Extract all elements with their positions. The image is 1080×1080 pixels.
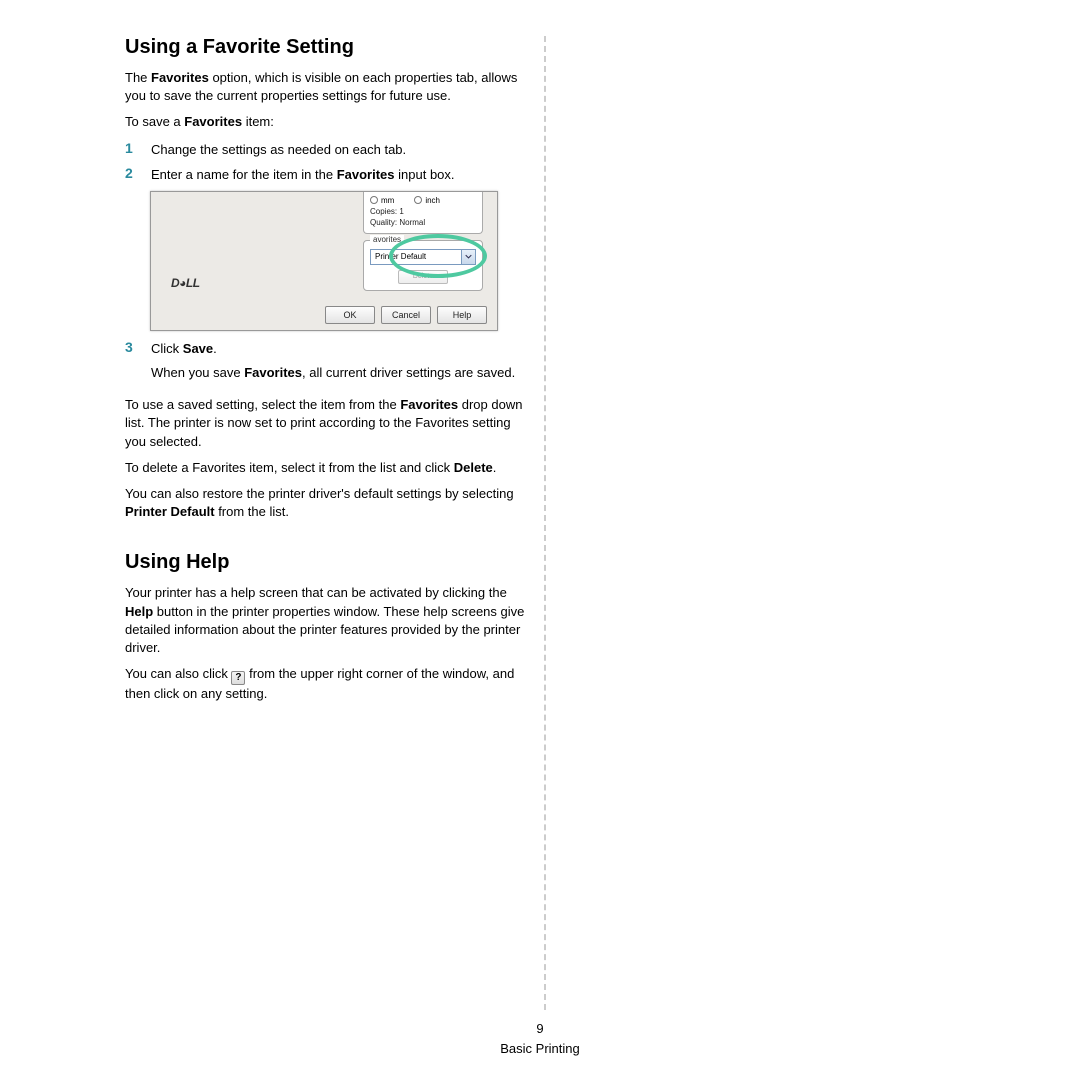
dell-logo: D◕LL: [171, 276, 200, 290]
page-number: 9: [0, 1019, 1080, 1039]
use-saved-paragraph: To use a saved setting, select the item …: [125, 396, 525, 451]
dialog-screenshot: mm inch Copies: 1 Quality: Normal avorit…: [150, 191, 498, 331]
heading-using-help: Using Help: [125, 551, 525, 574]
radio-mm: mm: [370, 196, 394, 205]
step-text: Change the settings as needed on each ta…: [151, 140, 525, 160]
favorites-dropdown: Printer Default: [370, 249, 476, 265]
step-number: 2: [125, 165, 139, 185]
delete-button: Delete: [398, 270, 448, 284]
step-2: 2 Enter a name for the item in the Favor…: [125, 165, 525, 185]
column-divider: [544, 36, 546, 1010]
footer-label: Basic Printing: [0, 1039, 1080, 1059]
page-footer: 9 Basic Printing: [0, 1019, 1080, 1058]
delete-paragraph: To delete a Favorites item, select it fr…: [125, 459, 525, 477]
screenshot-favorites-panel: avorites Printer Default Delete: [363, 240, 483, 291]
cancel-button: Cancel: [381, 306, 431, 324]
step-text: Click Save. When you save Favorites, all…: [151, 339, 525, 391]
help-button: Help: [437, 306, 487, 324]
help-paragraph-1: Your printer has a help screen that can …: [125, 584, 525, 657]
save-intro: To save a Favorites item:: [125, 113, 525, 131]
screenshot-info-panel: mm inch Copies: 1 Quality: Normal: [363, 192, 483, 234]
step-1: 1 Change the settings as needed on each …: [125, 140, 525, 160]
step-number: 1: [125, 140, 139, 160]
step-text: Enter a name for the item in the Favorit…: [151, 165, 525, 185]
step-number: 3: [125, 339, 139, 391]
intro-paragraph: The Favorites option, which is visible o…: [125, 69, 525, 105]
ok-button: OK: [325, 306, 375, 324]
step-3: 3 Click Save. When you save Favorites, a…: [125, 339, 525, 391]
question-mark-icon: ?: [231, 671, 245, 685]
chevron-down-icon: [461, 250, 475, 264]
heading-favorite-setting: Using a Favorite Setting: [125, 36, 525, 59]
restore-default-paragraph: You can also restore the printer driver'…: [125, 485, 525, 521]
favorites-legend: avorites: [370, 235, 404, 244]
radio-inch: inch: [414, 196, 440, 205]
screenshot-copies: Copies: 1: [370, 207, 476, 216]
screenshot-quality: Quality: Normal: [370, 218, 476, 227]
help-paragraph-2: You can also click ? from the upper righ…: [125, 665, 525, 703]
